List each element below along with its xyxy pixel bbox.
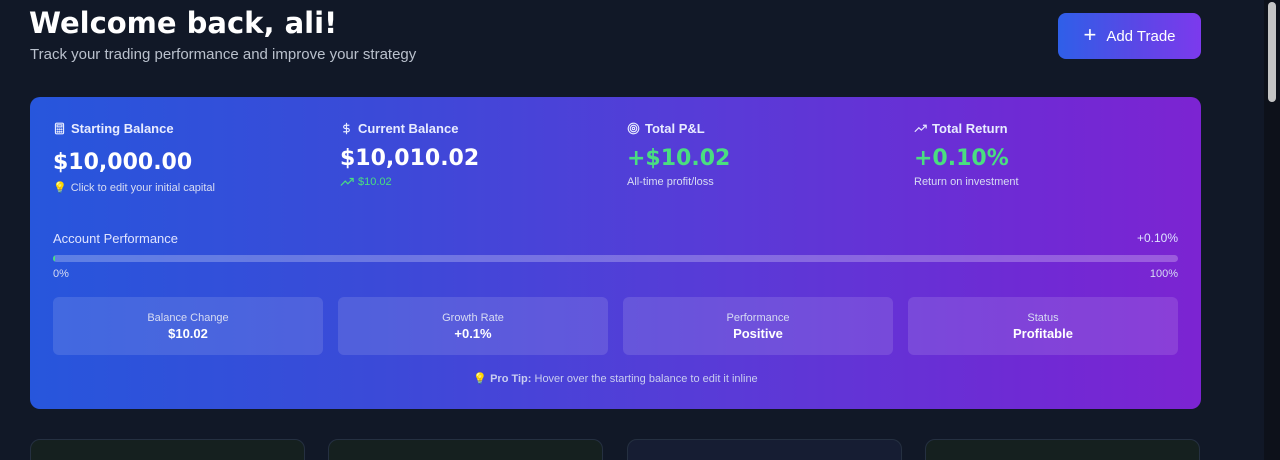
mini-stat-value: Positive (733, 325, 783, 341)
status-card: Status Profitable (908, 297, 1178, 355)
stat-card-2 (328, 439, 603, 460)
pro-tip: 💡 Pro Tip: Hover over the starting balan… (30, 372, 1201, 385)
total-return-header: Total Return (914, 121, 1019, 136)
add-trade-button[interactable]: + Add Trade (1058, 13, 1201, 59)
calculator-icon (54, 122, 65, 135)
total-return-sub: Return on investment (914, 176, 1019, 188)
mini-stat-label: Balance Change (147, 311, 229, 324)
pro-tip-prefix: Pro Tip: (490, 373, 532, 385)
total-pnl-label: Total P&L (645, 121, 705, 136)
scrollbar-thumb[interactable] (1268, 2, 1276, 102)
account-performance-bar (53, 255, 1178, 262)
stat-card-4 (925, 439, 1200, 460)
current-balance-label: Current Balance (358, 121, 459, 136)
stat-card-3 (627, 439, 902, 460)
account-performance-row: Account Performance +0.10% (53, 231, 1178, 246)
current-balance-change: $10.02 (358, 176, 392, 188)
account-performance-value: +0.10% (1136, 231, 1178, 245)
starting-balance-header: Starting Balance (53, 121, 215, 136)
account-performance-label: Account Performance (53, 231, 179, 246)
mini-stat-value: Profitable (1013, 325, 1073, 341)
balance-change-card: Balance Change $10.02 (53, 297, 323, 355)
add-trade-label: Add Trade (1106, 27, 1176, 45)
total-pnl-value: +$10.02 (627, 146, 731, 171)
pro-tip-text: Hover over the starting balance to edit … (531, 373, 758, 385)
balance-card: Starting Balance $10,000.00 💡 Click to e… (30, 97, 1201, 409)
performance-scale: 0% 100% (53, 268, 1178, 280)
scrollbar[interactable] (1264, 0, 1280, 460)
stat-card-1 (30, 439, 305, 460)
lightbulb-icon: 💡 (473, 373, 488, 385)
trending-up-icon (914, 124, 927, 133)
performance-card: Performance Positive (623, 297, 893, 355)
starting-balance-stat[interactable]: Starting Balance $10,000.00 💡 Click to e… (53, 121, 215, 194)
growth-rate-card: Growth Rate +0.1% (338, 297, 608, 355)
account-performance-fill (53, 255, 55, 262)
total-pnl-stat: Total P&L +$10.02 All-time profit/loss (627, 121, 730, 188)
trending-up-icon (340, 177, 354, 186)
total-return-stat: Total Return +0.10% Return on investment (914, 121, 1019, 188)
total-pnl-header: Total P&L (627, 121, 730, 136)
mini-stat-value: +0.1% (454, 325, 492, 341)
lightbulb-icon: 💡 (53, 182, 67, 194)
total-pnl-sub: All-time profit/loss (627, 176, 714, 188)
plus-icon: + (1083, 22, 1097, 47)
scale-min: 0% (53, 268, 69, 280)
mini-stat-label: Performance (726, 311, 790, 324)
total-return-value: +0.10% (914, 146, 1009, 171)
current-balance-change-row: $10.02 (340, 176, 479, 188)
target-icon (627, 122, 640, 135)
total-return-label: Total Return (932, 121, 1008, 136)
current-balance-stat: Current Balance $10,010.02 $10.02 (340, 121, 479, 188)
starting-balance-hint: Click to edit your initial capital (70, 181, 215, 194)
current-balance-header: Current Balance (340, 121, 479, 136)
starting-balance-label: Starting Balance (71, 121, 174, 136)
starting-balance-hint-row: 💡 Click to edit your initial capital (53, 181, 215, 195)
mini-stat-label: Status (1027, 311, 1059, 324)
mini-stat-label: Growth Rate (442, 311, 504, 324)
mini-stat-value: $10.02 (168, 325, 208, 341)
starting-balance-value[interactable]: $10,000.00 (53, 150, 215, 175)
page-title: Welcome back, ali! (29, 6, 338, 40)
current-balance-value: $10,010.02 (340, 146, 480, 171)
scale-max: 100% (1149, 268, 1178, 280)
dollar-icon (343, 122, 350, 135)
page-subtitle: Track your trading performance and impro… (30, 46, 417, 63)
